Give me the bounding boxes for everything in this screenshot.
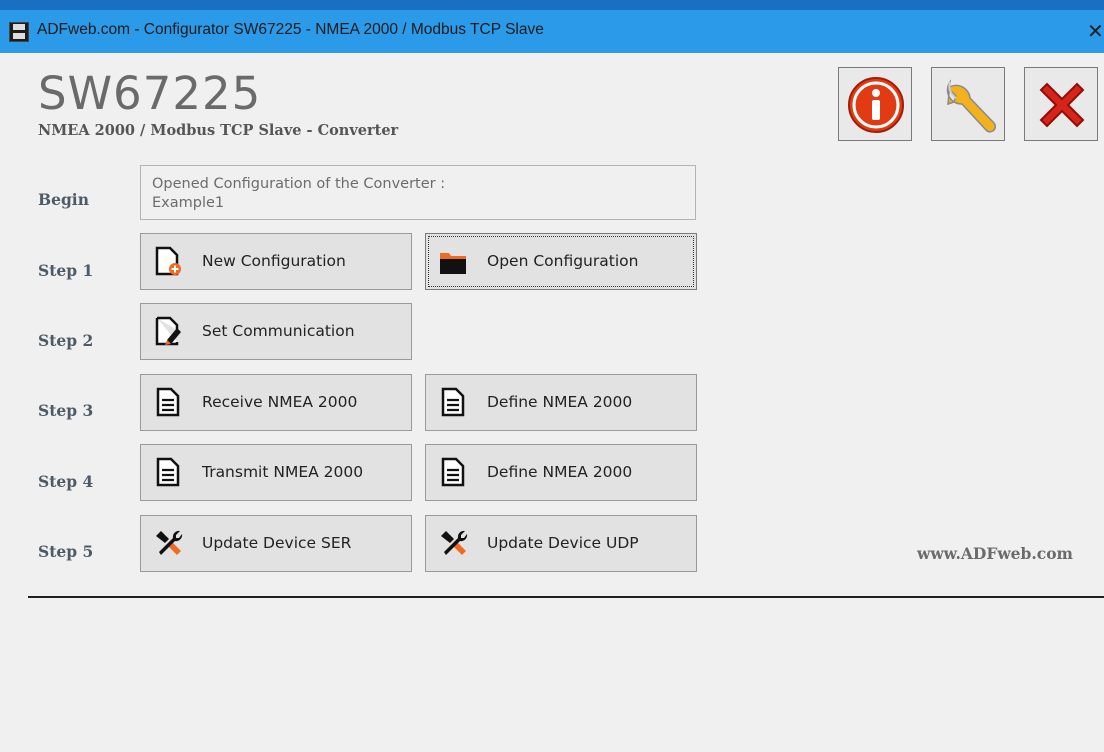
document-icon <box>441 457 465 487</box>
document-icon <box>156 457 180 487</box>
product-code: SW67225 <box>38 67 262 120</box>
title-bar: ADFweb.com - Configurator SW67225 - NMEA… <box>0 10 1104 53</box>
opened-configuration-field: Opened Configuration of the Converter : … <box>140 165 696 220</box>
set-communication-label: Set Communication <box>202 322 355 340</box>
edit-document-icon <box>155 316 181 346</box>
document-icon <box>441 387 465 417</box>
info-icon <box>848 77 904 133</box>
opened-configuration-caption: Opened Configuration of the Converter : <box>152 176 446 192</box>
website-link[interactable]: www.ADFweb.com <box>917 544 1073 563</box>
new-document-icon <box>155 246 181 276</box>
update-device-udp-button[interactable]: Update Device UDP <box>425 515 697 572</box>
settings-button[interactable] <box>931 67 1005 141</box>
step-5-label: Step 5 <box>38 542 94 561</box>
exit-button[interactable] <box>1024 67 1098 141</box>
transmit-nmea-2000-label: Transmit NMEA 2000 <box>202 463 364 481</box>
define-nmea-2000-transmit-label: Define NMEA 2000 <box>487 463 633 481</box>
divider <box>28 596 1104 598</box>
update-device-ser-button[interactable]: Update Device SER <box>140 515 412 572</box>
update-device-ser-label: Update Device SER <box>202 534 352 552</box>
update-device-udp-label: Update Device UDP <box>487 534 639 552</box>
new-configuration-button[interactable]: New Configuration <box>140 233 412 290</box>
transmit-nmea-2000-button[interactable]: Transmit NMEA 2000 <box>140 444 412 501</box>
define-nmea-2000-transmit-button[interactable]: Define NMEA 2000 <box>425 444 697 501</box>
adfweb-logo-icon <box>9 22 29 42</box>
new-configuration-label: New Configuration <box>202 252 346 270</box>
main-panel: SW67225 NMEA 2000 / Modbus TCP Slave - C… <box>0 53 1104 752</box>
tools-icon <box>156 530 183 555</box>
step-2-label: Step 2 <box>38 331 94 350</box>
define-nmea-2000-receive-button[interactable]: Define NMEA 2000 <box>425 374 697 431</box>
tools-icon <box>441 530 468 555</box>
window-close-button[interactable]: ✕ <box>1087 19 1104 43</box>
receive-nmea-2000-label: Receive NMEA 2000 <box>202 393 358 411</box>
open-configuration-label: Open Configuration <box>487 252 639 270</box>
set-communication-button[interactable]: Set Communication <box>140 303 412 360</box>
step-1-label: Step 1 <box>38 261 94 280</box>
product-subtitle: NMEA 2000 / Modbus TCP Slave - Converter <box>38 122 399 139</box>
opened-configuration-name: Example1 <box>152 195 225 211</box>
step-3-label: Step 3 <box>38 401 94 420</box>
wrench-icon <box>946 79 997 133</box>
info-button[interactable] <box>838 67 912 141</box>
window-title: ADFweb.com - Configurator SW67225 - NMEA… <box>37 21 544 38</box>
document-icon <box>156 387 180 417</box>
define-nmea-2000-receive-label: Define NMEA 2000 <box>487 393 633 411</box>
folder-icon <box>440 253 466 274</box>
begin-label: Begin <box>38 190 89 209</box>
red-x-icon <box>1039 82 1085 128</box>
receive-nmea-2000-button[interactable]: Receive NMEA 2000 <box>140 374 412 431</box>
open-configuration-button[interactable]: Open Configuration <box>425 233 697 290</box>
step-4-label: Step 4 <box>38 472 94 491</box>
